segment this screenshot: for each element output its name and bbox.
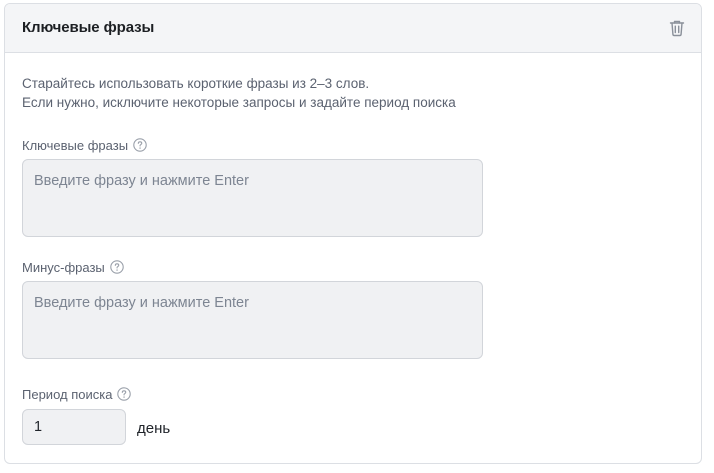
question-circle-icon[interactable] [110, 260, 124, 274]
period-label-row: Период поиска [22, 386, 132, 402]
keyword-phrases-card: Ключевые фразы Старайтесь использовать к… [4, 3, 702, 464]
card-title: Ключевые фразы [22, 19, 155, 36]
keywords-label: Ключевые фразы [22, 137, 129, 153]
minus-label-row: Минус-фразы [22, 259, 124, 275]
keywords-label-row: Ключевые фразы [22, 137, 147, 153]
question-circle-icon[interactable] [117, 387, 132, 401]
delete-button[interactable] [667, 18, 687, 38]
description-line-2: Если нужно, исключите некоторые запросы … [22, 95, 456, 110]
description-line-1: Старайтесь использовать короткие фразы и… [22, 76, 370, 91]
minus-phrases-textarea[interactable] [22, 281, 483, 359]
search-period-input[interactable] [22, 409, 126, 445]
card-description: Старайтесь использовать короткие фразы и… [22, 74, 456, 112]
question-circle-icon[interactable] [133, 138, 147, 152]
keywords-textarea[interactable] [22, 159, 483, 237]
search-period-label: Период поиска [22, 386, 113, 402]
minus-phrases-label: Минус-фразы [22, 259, 105, 275]
card-header: Ключевые фразы [5, 4, 701, 53]
trash-icon [669, 20, 685, 37]
period-unit-label: день [137, 420, 171, 437]
